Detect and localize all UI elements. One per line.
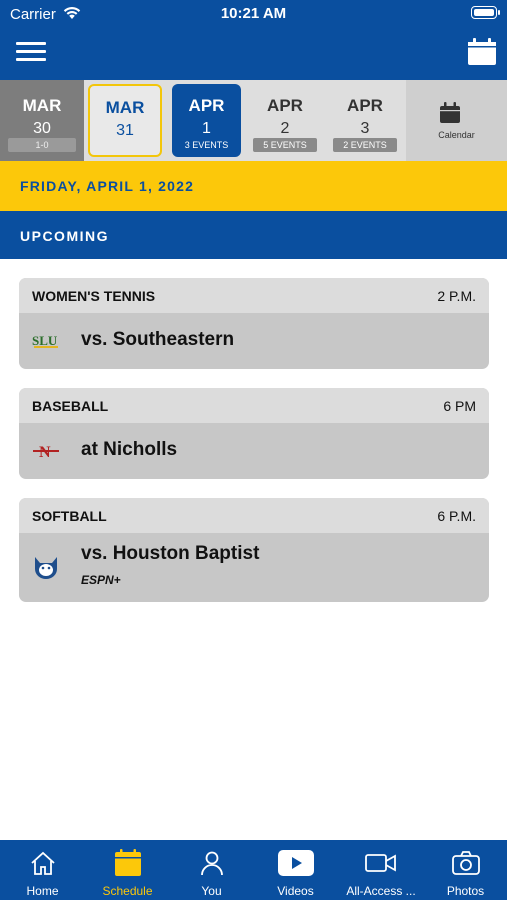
selected-date-banner: FRIDAY, APRIL 1, 2022 <box>0 161 507 211</box>
selected-date-label: FRIDAY, APRIL 1, 2022 <box>20 178 195 194</box>
date-day: 31 <box>116 122 134 139</box>
section-header: UPCOMING <box>0 211 507 259</box>
play-icon <box>277 850 314 876</box>
top-bar: Carrier 10:21 AM <box>0 0 507 80</box>
event-card-body: vs. Houston Baptist ESPN+ <box>19 533 489 602</box>
date-month: APR <box>188 96 225 115</box>
battery-icon <box>471 6 500 19</box>
date-day: 1 <box>202 120 211 137</box>
nicholls-logo-icon: N <box>31 438 61 464</box>
event-opponent: vs. Southeastern <box>81 329 235 350</box>
event-card-header: SOFTBALL 6 P.M. <box>19 498 489 533</box>
event-time: 2 P.M. <box>437 288 476 304</box>
person-icon <box>200 851 223 876</box>
houston-baptist-logo-icon <box>31 553 61 579</box>
date-cell-apr-3[interactable]: APR 3 2 EVENTS <box>326 80 404 161</box>
tab-label: Photos <box>446 884 485 898</box>
slu-logo-icon: SLU <box>31 328 61 354</box>
tab-label: Schedule <box>102 884 153 898</box>
date-month: APR <box>347 96 383 115</box>
event-card-header: WOMEN'S TENNIS 2 P.M. <box>19 278 489 313</box>
date-cell-apr-2[interactable]: APR 2 5 EVENTS <box>246 80 324 161</box>
tab-photos[interactable]: Photos <box>424 840 507 900</box>
espn-plus-logo-icon: ESPN+ <box>81 573 131 587</box>
date-month: MAR <box>105 98 145 117</box>
svg-text:SLU: SLU <box>32 333 58 348</box>
date-cell-apr-1[interactable]: APR 1 3 EVENTS <box>172 84 241 157</box>
date-badge: 5 EVENTS <box>253 138 317 152</box>
date-day: 3 <box>360 120 370 137</box>
calendar-icon <box>468 38 496 65</box>
event-opponent: vs. Houston Baptist <box>81 543 260 564</box>
event-time: 6 PM <box>443 398 476 414</box>
event-sport: BASEBALL <box>32 398 109 414</box>
event-time: 6 P.M. <box>437 508 476 524</box>
tab-videos[interactable]: Videos <box>253 840 338 900</box>
hamburger-menu-icon[interactable] <box>16 42 46 62</box>
date-badge: 3 EVENTS <box>176 138 237 152</box>
tab-home[interactable]: Home <box>0 840 85 900</box>
date-cell-mar-30[interactable]: MAR 30 1-0 <box>0 80 84 161</box>
svg-text:ESPN+: ESPN+ <box>81 573 121 587</box>
tab-you[interactable]: You <box>170 840 253 900</box>
calendar-label: Calendar <box>438 130 475 140</box>
event-opponent: at Nicholls <box>81 439 178 460</box>
tab-label: Home <box>26 884 59 898</box>
home-icon <box>30 851 55 875</box>
tab-schedule[interactable]: Schedule <box>85 840 170 900</box>
date-badge: 1-0 <box>8 138 76 152</box>
tab-all-access[interactable]: All-Access ... <box>338 840 424 900</box>
video-camera-icon <box>365 854 396 872</box>
tab-label: Videos <box>277 884 314 898</box>
date-day: 30 <box>33 120 51 137</box>
camera-icon <box>451 851 480 875</box>
calendar-icon <box>114 849 141 876</box>
tab-label: You <box>201 884 222 898</box>
date-strip: MAR 30 1-0 MAR 31 APR 1 3 EVENTS APR 2 5… <box>0 80 507 161</box>
section-title: UPCOMING <box>20 228 109 244</box>
event-card-softball[interactable]: SOFTBALL 6 P.M. vs. Houston Baptist ESPN… <box>19 498 489 602</box>
calendar-view-button[interactable]: Calendar <box>406 80 507 161</box>
status-bar: Carrier 10:21 AM <box>0 0 507 28</box>
date-badge: 2 EVENTS <box>333 138 397 152</box>
event-sport: WOMEN'S TENNIS <box>32 288 156 304</box>
date-month: MAR <box>22 96 62 115</box>
tab-label: All-Access ... <box>346 884 416 898</box>
calendar-button[interactable] <box>467 38 497 66</box>
tab-bar: Home Schedule You Videos All-Access ... … <box>0 840 507 900</box>
svg-text:N: N <box>39 444 51 461</box>
event-card-body: SLU vs. Southeastern <box>19 313 489 369</box>
event-card-tennis[interactable]: WOMEN'S TENNIS 2 P.M. SLU vs. Southeaste… <box>19 278 489 369</box>
date-month: APR <box>267 96 303 115</box>
event-card-baseball[interactable]: BASEBALL 6 PM N at Nicholls <box>19 388 489 479</box>
event-card-header: BASEBALL 6 PM <box>19 388 489 423</box>
date-day: 2 <box>280 120 290 137</box>
date-cell-mar-31[interactable]: MAR 31 <box>88 84 162 157</box>
event-card-body: N at Nicholls <box>19 423 489 479</box>
status-time: 10:21 AM <box>220 5 287 22</box>
calendar-icon <box>440 102 460 123</box>
app-screen: Carrier 10:21 AM MAR 30 1-0 MAR 31 APR 1… <box>0 0 507 900</box>
event-sport: SOFTBALL <box>32 508 107 524</box>
